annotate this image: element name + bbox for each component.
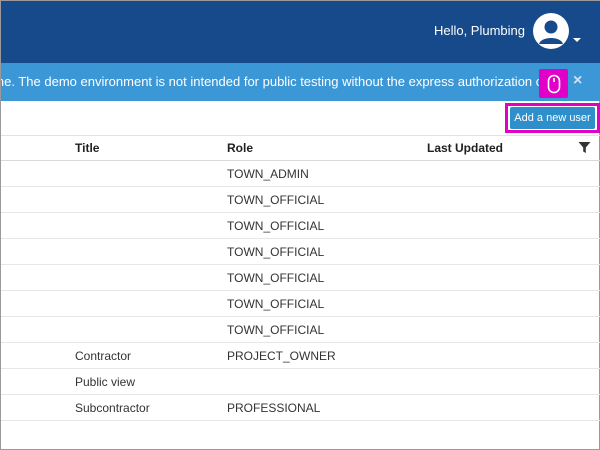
cell-role: TOWN_OFFICIAL — [227, 219, 325, 233]
cell-title: Subcontractor — [75, 401, 150, 415]
column-header-title[interactable]: Title — [75, 141, 99, 155]
table-row[interactable]: TOWN_OFFICIAL — [1, 187, 600, 213]
table-row[interactable]: TOWN_OFFICIAL — [1, 291, 600, 317]
cell-role: TOWN_OFFICIAL — [227, 271, 325, 285]
table-row[interactable]: Subcontractor PROFESSIONAL — [1, 395, 600, 421]
table-header: Title Role Last Updated — [1, 135, 600, 161]
cell-role: TOWN_OFFICIAL — [227, 323, 325, 337]
user-avatar-icon[interactable] — [533, 13, 569, 49]
cell-role: TOWN_OFFICIAL — [227, 193, 325, 207]
column-header-role[interactable]: Role — [227, 141, 253, 155]
cell-role: TOWN_OFFICIAL — [227, 297, 325, 311]
info-banner: ny time. The demo environment is not int… — [1, 63, 600, 101]
table-row[interactable]: TOWN_OFFICIAL — [1, 265, 600, 291]
banner-message: ny time. The demo environment is not int… — [1, 74, 543, 89]
column-header-last-updated[interactable]: Last Updated — [427, 141, 503, 155]
cell-role: TOWN_ADMIN — [227, 167, 309, 181]
table-row[interactable]: TOWN_OFFICIAL — [1, 239, 600, 265]
add-user-button[interactable]: Add a new user — [510, 107, 595, 129]
cell-title: Public view — [75, 375, 136, 389]
filter-icon[interactable] — [578, 141, 591, 159]
cell-role: PROFESSIONAL — [227, 401, 321, 415]
table-row[interactable]: TOWN_OFFICIAL — [1, 317, 600, 343]
table-row[interactable]: TOWN_OFFICIAL — [1, 213, 600, 239]
table-row[interactable]: Public view — [1, 369, 600, 395]
cell-role: PROJECT_OWNER — [227, 349, 336, 363]
mouse-icon — [539, 69, 568, 98]
table-row[interactable]: TOWN_ADMIN — [1, 161, 600, 187]
cell-role: TOWN_OFFICIAL — [227, 245, 325, 259]
table-row[interactable]: Contractor PROJECT_OWNER — [1, 343, 600, 369]
cell-title: Contractor — [75, 349, 132, 363]
banner-close-icon[interactable]: × — [573, 72, 582, 90]
user-greeting: Hello, Plumbing — [433, 23, 525, 38]
chevron-down-icon[interactable] — [573, 38, 581, 42]
